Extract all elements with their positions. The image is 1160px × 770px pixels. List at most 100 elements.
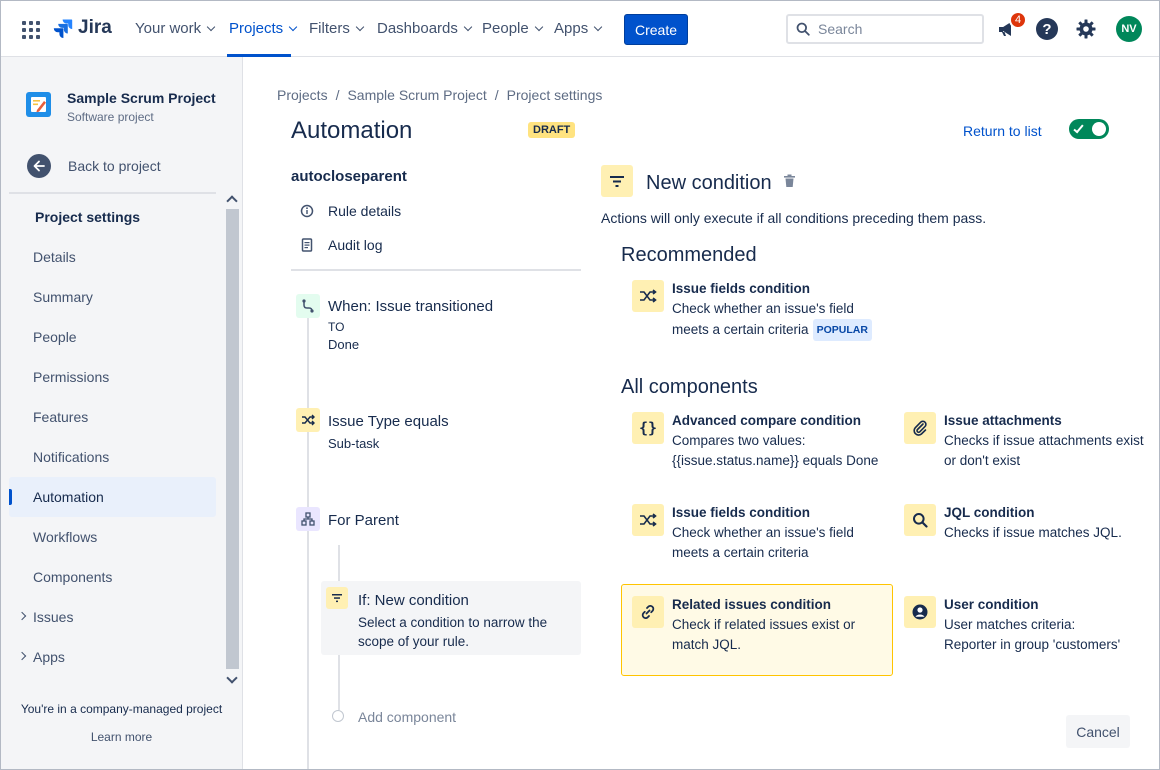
branch-icon [296, 507, 320, 531]
search-box[interactable] [786, 14, 984, 44]
sidebar-item-components[interactable]: Components [9, 557, 216, 597]
toggle-knob [1092, 122, 1106, 136]
sidebar-item-permissions[interactable]: Permissions [9, 357, 216, 397]
return-to-list-link[interactable]: Return to list [963, 123, 1042, 139]
breadcrumb-projects[interactable]: Projects [277, 87, 328, 103]
top-navigation: Jira Your work Projects Filters Dashboar… [0, 0, 1160, 57]
add-component-link[interactable]: Add component [358, 709, 456, 725]
help-icon[interactable]: ? [1036, 18, 1058, 40]
new-condition-title: If: New condition [358, 592, 469, 609]
sidebar-item-notifications[interactable]: Notifications [9, 437, 216, 477]
link-icon [632, 596, 664, 628]
search-icon [904, 504, 936, 536]
breadcrumb-separator: / [335, 87, 340, 103]
project-type: Software project [67, 110, 154, 124]
all-components-heading: All components [621, 376, 758, 398]
trigger-to-label: TO [328, 320, 345, 334]
sidebar-divider [9, 192, 216, 194]
learn-more-link[interactable]: Learn more [0, 730, 243, 744]
condition-title[interactable]: Issue Type equals [328, 413, 449, 430]
add-component-dot[interactable] [332, 710, 344, 722]
project-settings-heading: Project settings [35, 209, 141, 225]
component-title: JQL condition [944, 505, 1035, 520]
trigger-title[interactable]: When: Issue transitioned [328, 298, 493, 315]
new-condition-desc-1: Select a condition to narrow the [358, 615, 548, 630]
recommended-heading: Recommended [621, 244, 757, 266]
component-description: Checks if issue matches JQL. [944, 525, 1122, 540]
component-title: Related issues condition [672, 597, 832, 612]
gear-icon[interactable] [1075, 18, 1097, 40]
scroll-up-icon[interactable] [226, 195, 238, 207]
jql-condition[interactable]: JQL condition Checks if issue matches JQ… [904, 504, 1154, 564]
rule-details-link[interactable]: Rule details [300, 203, 401, 219]
trigger-status: Done [328, 337, 360, 352]
filter-icon [326, 587, 348, 609]
issue-attachments-condition[interactable]: Issue attachments Checks if issue attach… [904, 412, 1154, 472]
back-arrow-icon[interactable] [27, 154, 51, 178]
chevron-down-icon [463, 22, 473, 31]
paperclip-icon [904, 412, 936, 444]
checkmark-icon [1073, 122, 1084, 134]
trash-icon[interactable] [783, 174, 796, 191]
advanced-compare-condition[interactable]: {} Advanced compare condition Compares t… [632, 412, 892, 472]
rule-divider [291, 269, 581, 271]
notification-count-badge: 4 [1009, 11, 1027, 29]
sidebar-item-workflows[interactable]: Workflows [9, 517, 216, 557]
page-title: Automation [291, 117, 413, 144]
nav-apps[interactable]: Apps [554, 20, 603, 37]
breadcrumb-project-settings[interactable]: Project settings [507, 87, 603, 103]
project-sidebar: Sample Scrum Project Software project Ba… [0, 57, 243, 770]
chevron-right-icon [17, 651, 27, 661]
scrollbar-thumb[interactable] [226, 209, 239, 669]
brand-name: Jira [78, 17, 112, 38]
back-to-project-link[interactable]: Back to project [68, 158, 161, 174]
sidebar-item-details[interactable]: Details [9, 237, 216, 277]
project-type-note: You're in a company-managed project [20, 702, 223, 716]
component-title: Issue fields condition [672, 281, 811, 296]
project-name: Sample Scrum Project [67, 90, 216, 106]
create-button[interactable]: Create [624, 14, 688, 45]
related-issues-condition[interactable]: Related issues condition Check if relate… [632, 596, 882, 656]
nav-your-work[interactable]: Your work [135, 20, 216, 37]
scroll-down-icon[interactable] [226, 672, 238, 684]
recommended-issue-fields-condition[interactable]: Issue fields condition Check whether an … [632, 280, 892, 341]
cancel-button[interactable]: Cancel [1066, 715, 1130, 748]
search-input[interactable] [818, 21, 968, 37]
sidebar-item-apps[interactable]: Apps [9, 637, 216, 677]
chevron-right-icon [17, 611, 27, 621]
filter-icon [601, 165, 633, 197]
branch-title[interactable]: For Parent [328, 512, 399, 529]
jira-logo-icon [53, 19, 73, 38]
search-icon [796, 22, 810, 36]
user-condition[interactable]: User condition User matches criteria: Rep… [904, 596, 1154, 656]
sidebar-item-features[interactable]: Features [9, 397, 216, 437]
status-badge: DRAFT [528, 122, 576, 138]
sidebar-item-people[interactable]: People [9, 317, 216, 357]
component-description: Check if related issues exist or match JQ… [672, 617, 856, 652]
breadcrumb-project[interactable]: Sample Scrum Project [347, 87, 486, 103]
breadcrumb: Projects / Sample Scrum Project / Projec… [277, 87, 602, 103]
rule-timeline [307, 300, 309, 770]
audit-log-link[interactable]: Audit log [300, 237, 382, 253]
chevron-down-icon [593, 22, 603, 31]
breadcrumb-separator: / [494, 87, 499, 103]
component-title: Issue fields condition [672, 505, 811, 520]
sidebar-item-issues[interactable]: Issues [9, 597, 216, 637]
chevron-down-icon [534, 22, 543, 31]
sidebar-item-summary[interactable]: Summary [9, 277, 216, 317]
info-icon [300, 204, 314, 218]
rule-enabled-toggle[interactable] [1069, 119, 1109, 139]
sidebar-item-automation[interactable]: Automation [9, 477, 216, 517]
sidebar-scrollbar[interactable] [224, 192, 241, 686]
nav-dashboards[interactable]: Dashboards [377, 20, 473, 37]
user-avatar[interactable]: NV [1116, 16, 1142, 42]
nav-filters[interactable]: Filters [309, 20, 365, 37]
nav-projects[interactable]: Projects [229, 20, 298, 37]
issue-fields-condition[interactable]: Issue fields condition Check whether an … [632, 504, 892, 564]
app-switcher-icon[interactable] [22, 21, 40, 39]
jira-logo[interactable]: Jira [53, 17, 112, 39]
component-title: Advanced compare condition [672, 413, 862, 428]
nav-people[interactable]: People [482, 20, 543, 37]
shuffle-icon [632, 280, 664, 312]
component-description: User matches criteria: Reporter in group … [944, 617, 1121, 652]
